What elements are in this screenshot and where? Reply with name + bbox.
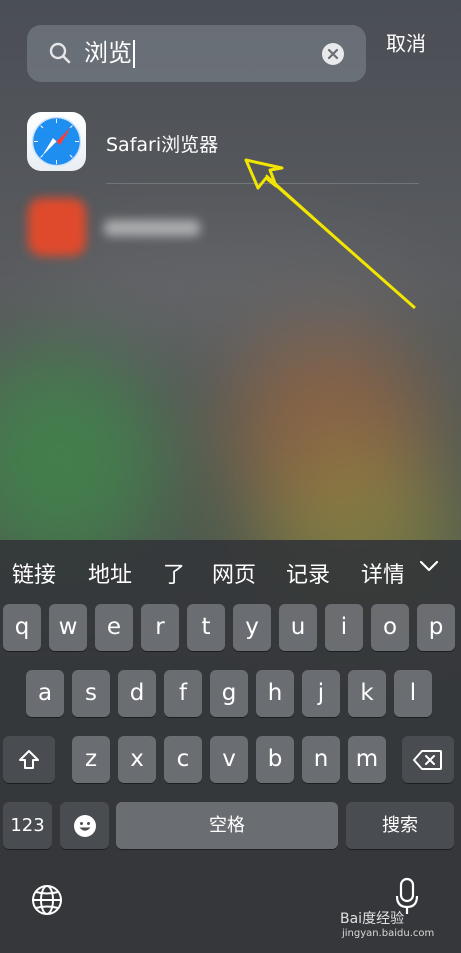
- key-q[interactable]: q: [3, 604, 41, 651]
- shift-key[interactable]: [3, 736, 55, 783]
- text-cursor: [133, 40, 135, 68]
- keyboard: 链接 地址 了 网页 记录 详情 q w e r t y u i o p a s…: [0, 540, 461, 953]
- key-i[interactable]: i: [325, 604, 363, 651]
- suggestion-item[interactable]: 记录: [286, 557, 330, 589]
- key-m[interactable]: m: [348, 736, 386, 783]
- space-key[interactable]: 空格: [116, 802, 338, 849]
- key-b[interactable]: b: [256, 736, 294, 783]
- key-l[interactable]: l: [394, 670, 432, 717]
- key-h[interactable]: h: [256, 670, 294, 717]
- suggestion-item[interactable]: 链接: [12, 557, 56, 589]
- search-input[interactable]: 浏览: [84, 38, 135, 68]
- key-s[interactable]: s: [72, 670, 110, 717]
- key-a[interactable]: a: [26, 670, 64, 717]
- search-bar[interactable]: 浏览: [27, 25, 366, 82]
- search-key[interactable]: 搜索: [346, 802, 454, 849]
- key-k[interactable]: k: [348, 670, 386, 717]
- baidu-watermark-url: jingyan.baidu.com: [342, 928, 435, 939]
- blurred-result-label: [104, 220, 200, 236]
- suggestion-bar: 链接 地址 了 网页 记录 详情: [0, 540, 461, 598]
- globe-icon[interactable]: [30, 883, 64, 917]
- safari-compass-icon[interactable]: [27, 112, 86, 171]
- key-y[interactable]: y: [233, 604, 271, 651]
- cancel-button[interactable]: 取消: [386, 28, 426, 57]
- close-icon: [327, 48, 339, 60]
- divider: [106, 183, 419, 184]
- emoji-key[interactable]: [60, 802, 109, 849]
- key-o[interactable]: o: [371, 604, 409, 651]
- search-result-safari[interactable]: Safari浏览器: [0, 105, 461, 185]
- key-c[interactable]: c: [164, 736, 202, 783]
- emoji-icon: [73, 814, 96, 837]
- key-g[interactable]: g: [210, 670, 248, 717]
- key-v[interactable]: v: [210, 736, 248, 783]
- key-z[interactable]: z: [72, 736, 110, 783]
- search-icon: [49, 42, 71, 64]
- baidu-watermark: Bai度经验: [340, 911, 405, 927]
- delete-key[interactable]: [402, 736, 454, 783]
- numbers-key[interactable]: 123: [3, 802, 52, 849]
- key-w[interactable]: w: [49, 604, 87, 651]
- chevron-down-icon[interactable]: [417, 554, 441, 578]
- suggestion-item[interactable]: 详情: [361, 557, 403, 589]
- suggestion-item[interactable]: 网页: [212, 557, 256, 589]
- key-t[interactable]: t: [187, 604, 225, 651]
- blurred-app-icon[interactable]: [28, 198, 86, 256]
- key-e[interactable]: e: [95, 604, 133, 651]
- backspace-icon: [413, 749, 442, 770]
- suggestion-item[interactable]: 了: [163, 557, 185, 589]
- key-f[interactable]: f: [164, 670, 202, 717]
- key-u[interactable]: u: [279, 604, 317, 651]
- clear-search-button[interactable]: [322, 43, 344, 65]
- key-r[interactable]: r: [141, 604, 179, 651]
- shift-arrow-icon: [19, 749, 39, 769]
- key-d[interactable]: d: [118, 670, 156, 717]
- suggestion-item[interactable]: 地址: [88, 557, 132, 589]
- key-x[interactable]: x: [118, 736, 156, 783]
- result-label: Safari浏览器: [106, 134, 219, 156]
- key-j[interactable]: j: [302, 670, 340, 717]
- key-p[interactable]: p: [417, 604, 455, 651]
- key-n[interactable]: n: [302, 736, 340, 783]
